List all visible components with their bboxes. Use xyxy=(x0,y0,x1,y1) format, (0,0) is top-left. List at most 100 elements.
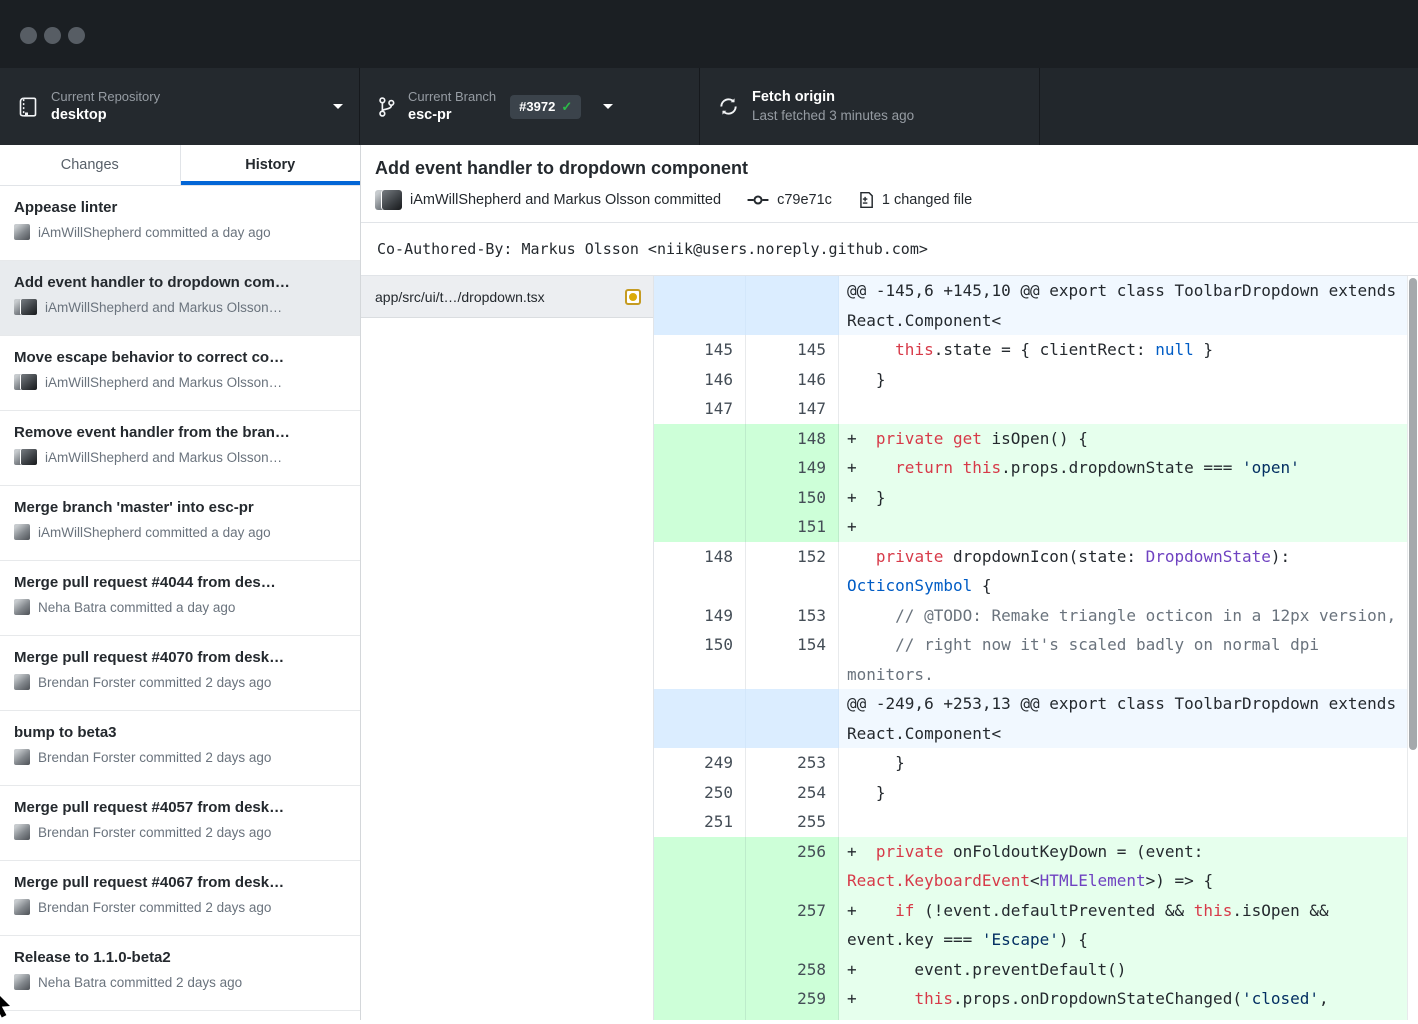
commit-item-meta: iAmWillShepherd and Markus Olsson… xyxy=(14,374,348,391)
repo-book-icon xyxy=(18,96,38,118)
old-line-number xyxy=(654,424,746,454)
commit-item-meta-text: iAmWillShepherd and Markus Olsson… xyxy=(45,375,282,390)
commit-list-item[interactable]: Add event handler to dropdown com… iAmWil… xyxy=(0,261,360,336)
diff-code-line xyxy=(839,807,1407,837)
diff-code-line: + } xyxy=(839,483,1407,513)
diff-content: app/src/ui/t…/dropdown.tsx @@ -145,6 +14… xyxy=(361,276,1418,1020)
avatar xyxy=(14,599,30,615)
commit-item-title: Merge pull request #4070 from desk… xyxy=(14,649,348,666)
scrollbar-thumb[interactable] xyxy=(1409,278,1417,750)
sync-icon xyxy=(718,96,739,117)
diff-code-line: @@ -249,6 +253,13 @@ export class Toolba… xyxy=(839,689,1407,748)
commit-item-meta: iAmWillShepherd committed a day ago xyxy=(14,224,348,240)
file-list-item[interactable]: app/src/ui/t…/dropdown.tsx xyxy=(361,276,653,318)
tab-history[interactable]: History xyxy=(180,145,361,185)
commit-list-item[interactable]: bump to beta3Brendan Forster committed 2… xyxy=(0,711,360,786)
commit-sha[interactable]: c79e71c xyxy=(777,192,832,208)
old-line-number: 149 xyxy=(654,601,746,631)
minimize-window-button[interactable] xyxy=(44,27,61,44)
diff-viewer: @@ -145,6 +145,10 @@ export class Toolba… xyxy=(654,276,1418,1020)
diff-row-hunk: @@ -145,6 +145,10 @@ export class Toolba… xyxy=(654,276,1407,335)
commit-list-item[interactable]: Appease linteriAmWillShepherd committed … xyxy=(0,186,360,261)
current-branch-button[interactable]: Current Branch esc-pr #3972 ✓ xyxy=(360,68,700,145)
diff-row-add: 259+ this.props.onDropdownStateChanged('… xyxy=(654,984,1407,1020)
changed-files-panel: app/src/ui/t…/dropdown.tsx xyxy=(361,276,654,1020)
diff-row-add: 256+ private onFoldoutKeyDown = (event: … xyxy=(654,837,1407,896)
diff-row-context: 251255 xyxy=(654,807,1407,837)
diff-row-add: 257+ if (!event.defaultPrevented && this… xyxy=(654,896,1407,955)
toolbar-spacer xyxy=(1040,68,1418,145)
commit-list-item[interactable]: Merge pull request #4070 from desk… Brend… xyxy=(0,636,360,711)
diff-row-hunk: @@ -249,6 +253,13 @@ export class Toolba… xyxy=(654,689,1407,748)
diff-row-add: 258+ event.preventDefault() xyxy=(654,955,1407,985)
commit-item-meta-text: Neha Batra committed a day ago xyxy=(38,600,235,615)
tab-changes[interactable]: Changes xyxy=(0,145,180,185)
diff-code-line: } xyxy=(839,748,1407,778)
commit-list-item[interactable]: Merge branch 'master' into esc-priAmWill… xyxy=(0,486,360,561)
old-line-number xyxy=(654,483,746,513)
commit-list-item[interactable]: Merge pull request #4071 from desk… xyxy=(0,1011,360,1020)
pr-number-badge[interactable]: #3972 ✓ xyxy=(510,95,581,119)
commit-list-item[interactable]: Merge pull request #4067 from desk…Brend… xyxy=(0,861,360,936)
commit-list-item[interactable]: Merge pull request #4044 from des…Neha B… xyxy=(0,561,360,636)
new-line-number: 257 xyxy=(746,896,839,955)
new-line-number: 147 xyxy=(746,394,839,424)
diff-code-line xyxy=(839,394,1407,424)
ci-check-icon: ✓ xyxy=(561,99,572,115)
commit-list-item[interactable]: Merge pull request #4057 from desk…Brend… xyxy=(0,786,360,861)
commit-item-meta: Brendan Forster committed 2 days ago xyxy=(14,674,348,690)
commit-item-title: Add event handler to dropdown com… xyxy=(14,274,348,291)
new-line-number: 258 xyxy=(746,955,839,985)
commit-list-item[interactable]: Remove event handler from the bran…iAmWi… xyxy=(0,411,360,486)
old-line-number: 250 xyxy=(654,778,746,808)
diff-code-line: + this.props.onDropdownStateChanged('clo… xyxy=(839,984,1407,1020)
commit-item-meta: iAmWillShepherd and Markus Olsson… xyxy=(14,449,348,466)
zoom-window-button[interactable] xyxy=(68,27,85,44)
new-line-number: 146 xyxy=(746,365,839,395)
avatar xyxy=(14,674,30,690)
old-line-number: 148 xyxy=(654,542,746,601)
sidebar-tab-bar: Changes History xyxy=(0,145,360,186)
commit-item-meta-text: iAmWillShepherd and Markus Olsson… xyxy=(45,450,282,465)
old-line-number xyxy=(654,984,746,1020)
commit-list-item[interactable]: Release to 1.1.0-beta2Neha Batra committ… xyxy=(0,936,360,1011)
commit-item-meta-text: Brendan Forster committed 2 days ago xyxy=(38,750,271,765)
modified-file-icon xyxy=(625,289,641,305)
diff-code-line: this.state = { clientRect: null } xyxy=(839,335,1407,365)
current-repository-value: desktop xyxy=(51,106,160,124)
traffic-lights xyxy=(20,27,85,44)
avatar xyxy=(21,299,37,315)
diff-code-line: // right now it's scaled badly on normal… xyxy=(839,630,1407,689)
fetch-origin-subtitle: Last fetched 3 minutes ago xyxy=(752,108,914,125)
fetch-origin-title: Fetch origin xyxy=(752,88,914,106)
commit-description: Co-Authored-By: Markus Olsson <niik@user… xyxy=(361,223,1418,276)
commit-title: Add event handler to dropdown component xyxy=(375,158,1402,179)
commit-list-item[interactable]: Move escape behavior to correct co…iAmWi… xyxy=(0,336,360,411)
close-window-button[interactable] xyxy=(20,27,37,44)
commit-item-meta-text: iAmWillShepherd committed a day ago xyxy=(38,525,271,540)
new-line-number: 154 xyxy=(746,630,839,689)
commit-item-meta-text: Brendan Forster committed 2 days ago xyxy=(38,825,271,840)
diff-row-context: 149153 // @TODO: Remake triangle octicon… xyxy=(654,601,1407,631)
commit-item-meta: Neha Batra committed a day ago xyxy=(14,599,348,615)
diff-row-context: 146146 } xyxy=(654,365,1407,395)
commit-item-meta: iAmWillShepherd and Markus Olsson… xyxy=(14,299,348,316)
commit-meta-row: iAmWillShepherd and Markus Olsson commit… xyxy=(375,190,1402,210)
new-line-number: 151 xyxy=(746,512,839,542)
old-line-number xyxy=(654,837,746,896)
fetch-origin-button[interactable]: Fetch origin Last fetched 3 minutes ago xyxy=(700,68,1040,145)
diff-row-add: 150+ } xyxy=(654,483,1407,513)
commit-item-meta: iAmWillShepherd committed a day ago xyxy=(14,524,348,540)
diff-code-line: private dropdownIcon(state: DropdownStat… xyxy=(839,542,1407,601)
current-branch-label: Current Branch xyxy=(408,89,496,105)
diff-code-line: } xyxy=(839,365,1407,395)
commit-item-meta: Brendan Forster committed 2 days ago xyxy=(14,824,348,840)
current-repository-button[interactable]: Current Repository desktop xyxy=(0,68,360,145)
diff-rows: @@ -145,6 +145,10 @@ export class Toolba… xyxy=(654,276,1407,1020)
avatar xyxy=(14,524,30,540)
commit-authors: iAmWillShepherd and Markus Olsson commit… xyxy=(410,192,721,208)
diff-code-line: + return this.props.dropdownState === 'o… xyxy=(839,453,1407,483)
new-line-number: 145 xyxy=(746,335,839,365)
diff-row-context: 250254 } xyxy=(654,778,1407,808)
new-line-number: 148 xyxy=(746,424,839,454)
